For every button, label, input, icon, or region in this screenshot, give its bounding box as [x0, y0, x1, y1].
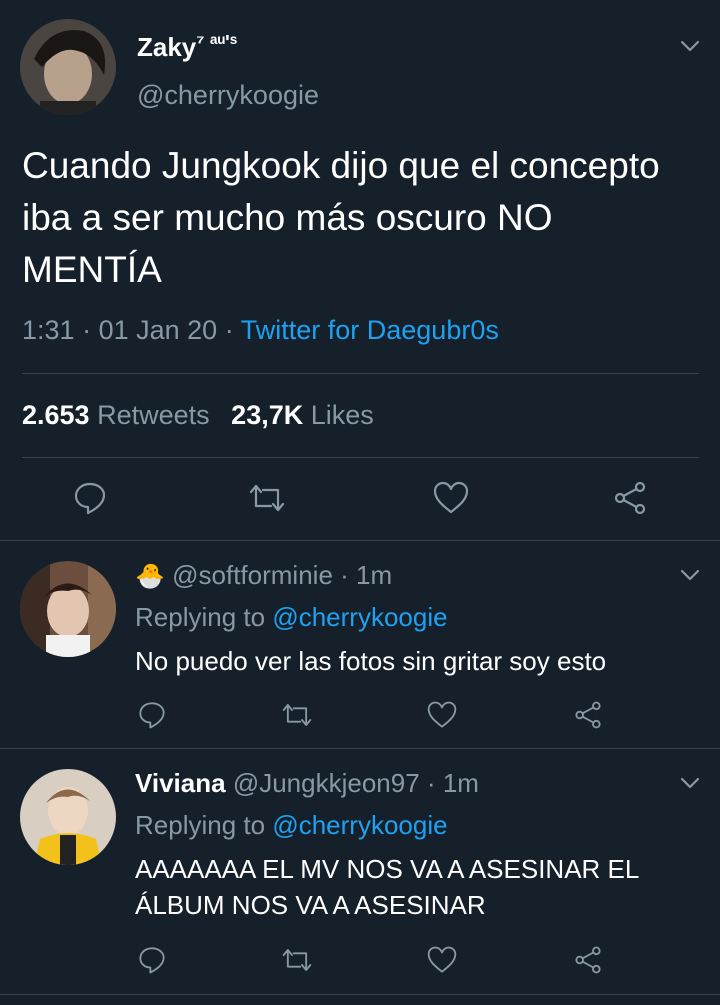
like-button[interactable] [432, 480, 470, 516]
tweet-meta: 1:31 · 01 Jan 20 · Twitter for Daegubr0s [22, 315, 499, 346]
share-button[interactable] [612, 480, 648, 516]
tweet-text: No puedo ver las fotos sin gritar soy es… [135, 646, 607, 676]
likes-label: Likes [310, 400, 374, 430]
chevron-down-icon[interactable] [678, 38, 702, 54]
separator: · [340, 560, 349, 590]
like-icon [433, 481, 469, 514]
tweet-time: 1:31 [22, 315, 75, 345]
share-icon [575, 946, 601, 974]
tweet-text: Cuando Jungkook dijo que el concepto iba… [22, 145, 660, 290]
share-icon [575, 701, 601, 729]
retweets-stat[interactable]: 2.653 Retweets [22, 400, 217, 430]
divider [0, 540, 720, 541]
likes-count: 23,7K [231, 400, 304, 430]
tweet-source-link[interactable]: Twitter for Daegubr0s [241, 315, 499, 345]
separator: · [426, 768, 436, 798]
retweets-label: Retweets [97, 400, 210, 430]
retweets-count: 2.653 [22, 400, 90, 430]
display-name-suffix: ⁷ ᵃᵘ'ˢ [196, 32, 238, 54]
replying-to: Replying to @cherrykoogie [135, 810, 448, 841]
replying-to-label: Replying to [135, 602, 266, 632]
like-button[interactable] [426, 700, 458, 730]
reply-icon [74, 482, 106, 515]
retweet-icon [282, 704, 312, 726]
avatar[interactable] [20, 769, 116, 865]
share-button[interactable] [573, 700, 603, 730]
divider [0, 748, 720, 749]
reply-header: 🐣 @softforminie · 1m [135, 560, 392, 591]
avatar-image [20, 561, 116, 657]
handle[interactable]: @cherrykoogie [137, 80, 319, 111]
like-icon [427, 701, 457, 728]
divider [22, 373, 699, 374]
retweet-icon [249, 484, 285, 512]
replying-to: Replying to @cherrykoogie [135, 602, 448, 633]
separator: · [82, 315, 92, 345]
avatar-image [20, 19, 116, 115]
retweet-button[interactable] [247, 480, 287, 516]
handle[interactable]: @softforminie [172, 560, 333, 590]
retweet-icon [282, 949, 312, 971]
retweet-button[interactable] [280, 700, 314, 730]
reply-button[interactable] [72, 480, 108, 516]
replying-to-handle[interactable]: @cherrykoogie [272, 810, 447, 840]
chevron-down-icon[interactable] [678, 567, 702, 583]
separator: · [224, 315, 234, 345]
avatar-image [20, 769, 116, 865]
like-button[interactable] [426, 945, 458, 975]
avatar[interactable] [20, 19, 116, 115]
emoji-display-name[interactable]: 🐣 [135, 563, 165, 590]
reply-icon [139, 702, 165, 729]
avatar[interactable] [20, 561, 116, 657]
likes-stat[interactable]: 23,7K Likes [231, 400, 374, 430]
replying-to-label: Replying to [135, 810, 266, 840]
display-name[interactable]: Zaky [137, 32, 196, 62]
retweet-button[interactable] [280, 945, 314, 975]
reply-button[interactable] [137, 945, 167, 975]
tweet-stats: 2.653 Retweets 23,7K Likes [22, 400, 374, 431]
reply-button[interactable] [137, 700, 167, 730]
tweet-date: 01 Jan 20 [98, 315, 218, 345]
tweet-time: 1m [442, 768, 479, 798]
tweet-text: AAAAAAA EL MV NOS VA A ASESINAR EL ÁLBUM… [135, 854, 639, 920]
share-icon [614, 481, 646, 515]
reply-header: Viviana @Jungkkjeon97 · 1m [135, 768, 479, 799]
tweet-time: 1m [356, 560, 393, 590]
reply-icon [139, 947, 165, 974]
replying-to-handle[interactable]: @cherrykoogie [272, 602, 447, 632]
chevron-down-icon[interactable] [678, 775, 702, 791]
divider [22, 457, 699, 458]
share-button[interactable] [573, 945, 603, 975]
display-name[interactable]: Viviana [135, 768, 226, 798]
handle[interactable]: @Jungkkjeon97 [233, 768, 420, 798]
divider [0, 994, 720, 995]
like-icon [427, 946, 457, 973]
